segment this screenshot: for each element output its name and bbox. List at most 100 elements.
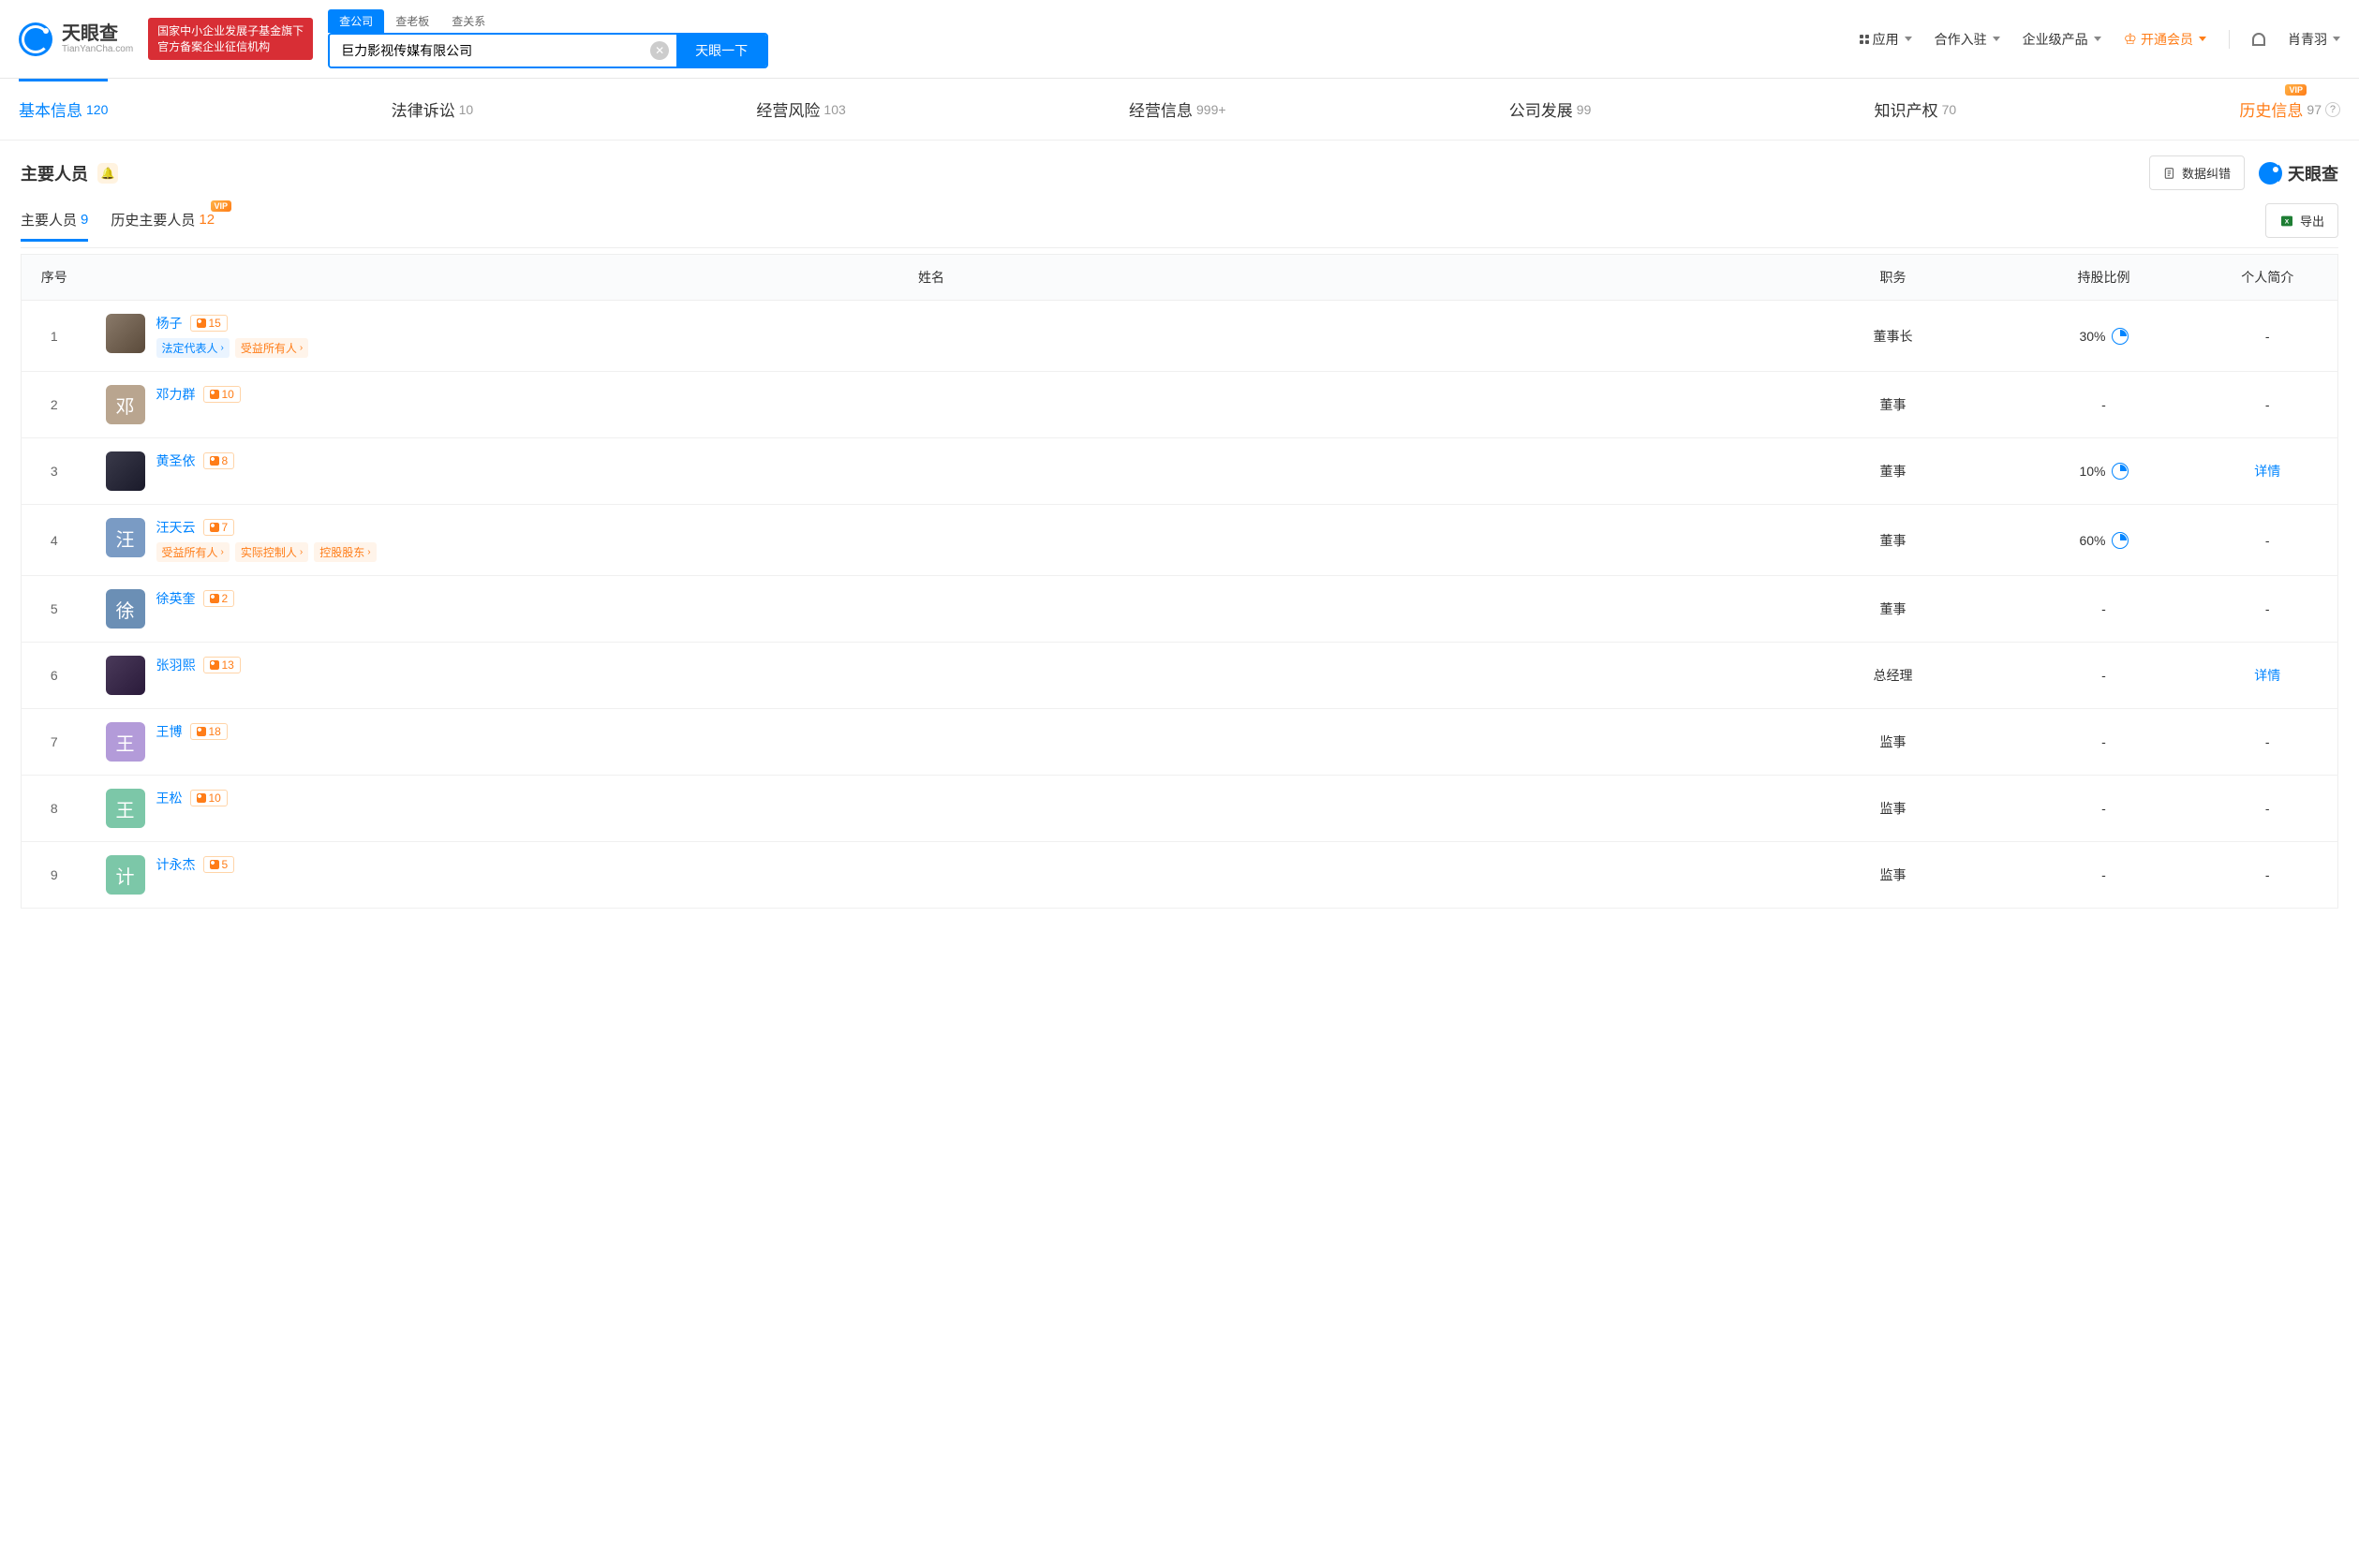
excel-icon: X <box>2279 214 2294 229</box>
cell-position: 总经理 <box>1776 643 2010 709</box>
sub-tab[interactable]: 历史主要人员 12VIP <box>111 210 215 241</box>
cell-bio: - <box>2198 301 2338 372</box>
nav-tab[interactable]: 历史信息 97 ?VIP <box>2239 79 2340 140</box>
person-name-link[interactable]: 王松 <box>156 789 183 807</box>
enterprise-menu[interactable]: 企业级产品 <box>2023 30 2101 49</box>
cell-bio: - <box>2198 372 2338 438</box>
cell-share: - <box>2010 576 2198 643</box>
nav-tab[interactable]: 经营风险 103 <box>756 79 845 140</box>
cell-name: 杨子 15 法定代表人›受益所有人› <box>87 301 1776 372</box>
relation-count-badge[interactable]: 8 <box>203 452 235 469</box>
nav-tab[interactable]: 法律诉讼 10 <box>392 79 474 140</box>
cell-name: 汪 汪天云 7 受益所有人›实际控制人› 控股股东› <box>87 505 1776 576</box>
cell-bio[interactable]: 详情 <box>2198 643 2338 709</box>
search-input[interactable] <box>330 35 650 67</box>
cell-index: 6 <box>22 643 87 709</box>
person-name-link[interactable]: 徐英奎 <box>156 589 196 608</box>
role-tag[interactable]: 受益所有人› <box>235 338 308 358</box>
avatar[interactable] <box>106 314 145 353</box>
nav-tab-count: 10 <box>459 102 474 117</box>
pie-chart-icon[interactable] <box>2112 328 2129 345</box>
avatar[interactable]: 王 <box>106 789 145 828</box>
cell-bio: - <box>2198 776 2338 842</box>
vip-menu[interactable]: ♔ 开通会员 <box>2124 30 2206 49</box>
arrow-icon: › <box>221 343 224 353</box>
notifications[interactable] <box>2252 33 2265 46</box>
cell-position: 董事 <box>1776 372 2010 438</box>
person-name-link[interactable]: 杨子 <box>156 314 183 333</box>
avatar[interactable]: 王 <box>106 722 145 762</box>
pie-chart-icon[interactable] <box>2112 532 2129 549</box>
caret-icon <box>2094 37 2101 41</box>
relation-count-badge[interactable]: 10 <box>203 386 241 403</box>
cell-share: - <box>2010 709 2198 776</box>
nav-tab-count: 120 <box>86 102 108 117</box>
search-tab-boss[interactable]: 查老板 <box>384 9 440 33</box>
table-row: 9 计 计永杰 5 监事-- <box>22 842 2338 909</box>
apps-menu[interactable]: 应用 <box>1860 30 1912 49</box>
partner-menu[interactable]: 合作入驻 <box>1935 30 2000 49</box>
detail-link[interactable]: 详情 <box>2254 464 2280 479</box>
search-box: ✕ 天眼一下 <box>328 33 768 68</box>
brand-text: 天眼查 <box>2288 161 2338 185</box>
export-button[interactable]: X 导出 <box>2265 203 2338 238</box>
relation-count-badge[interactable]: 15 <box>190 315 228 332</box>
nav-tab[interactable]: 公司发展 99 <box>1509 79 1592 140</box>
relation-count-badge[interactable]: 18 <box>190 723 228 740</box>
relation-count-badge[interactable]: 2 <box>203 590 235 607</box>
role-tag[interactable]: 实际控制人› <box>235 542 308 562</box>
search-button[interactable]: 天眼一下 <box>676 35 766 67</box>
avatar[interactable] <box>106 451 145 491</box>
cell-position: 董事 <box>1776 438 2010 505</box>
relation-count-badge[interactable]: 13 <box>203 657 241 673</box>
cell-index: 9 <box>22 842 87 909</box>
user-menu[interactable]: 肖青羽 <box>2288 30 2340 49</box>
avatar[interactable]: 计 <box>106 855 145 895</box>
tags-row: 法定代表人›受益所有人› <box>156 338 309 358</box>
clear-icon[interactable]: ✕ <box>650 41 669 60</box>
cell-index: 3 <box>22 438 87 505</box>
role-tag[interactable]: 控股股东› <box>314 542 376 562</box>
relation-count-badge[interactable]: 7 <box>203 519 235 536</box>
th-index: 序号 <box>22 255 87 301</box>
nav-tab[interactable]: 基本信息 120 <box>19 79 108 140</box>
role-tag[interactable]: 受益所有人› <box>156 542 230 562</box>
nav-tab-label: 经营信息 <box>1129 97 1193 121</box>
nav-tab-label: 知识产权 <box>1875 97 1938 121</box>
person-name-link[interactable]: 汪天云 <box>156 518 196 537</box>
person-name-link[interactable]: 黄圣依 <box>156 451 196 470</box>
nav-tab[interactable]: 知识产权 70 <box>1875 79 1957 140</box>
cell-bio: - <box>2198 576 2338 643</box>
alert-icon[interactable] <box>97 163 118 184</box>
avatar[interactable]: 邓 <box>106 385 145 424</box>
person-name-link[interactable]: 王博 <box>156 722 183 741</box>
cell-name: 王 王松 10 <box>87 776 1776 842</box>
avatar[interactable]: 徐 <box>106 589 145 629</box>
sub-tab[interactable]: 主要人员 9 <box>21 210 88 241</box>
relation-count-badge[interactable]: 10 <box>190 790 228 806</box>
role-tag[interactable]: 法定代表人› <box>156 338 230 358</box>
person-name-link[interactable]: 邓力群 <box>156 385 196 404</box>
avatar[interactable]: 汪 <box>106 518 145 557</box>
document-icon <box>2163 167 2176 180</box>
sub-tabs: 主要人员 9 历史主要人员 12VIP X 导出 <box>21 203 2338 248</box>
search-tab-company[interactable]: 查公司 <box>328 9 384 33</box>
avatar[interactable] <box>106 656 145 695</box>
badge-line1: 国家中小企业发展子基金旗下 <box>157 23 304 39</box>
help-icon[interactable]: ? <box>2325 102 2340 117</box>
cell-bio[interactable]: 详情 <box>2198 438 2338 505</box>
logo[interactable]: 天眼查 TianYanCha.com <box>19 22 133 56</box>
relation-count-badge[interactable]: 5 <box>203 856 235 873</box>
correct-data-button[interactable]: 数据纠错 <box>2149 155 2245 190</box>
person-name-link[interactable]: 计永杰 <box>156 855 196 874</box>
person-name-link[interactable]: 张羽熙 <box>156 656 196 674</box>
cell-name: 张羽熙 13 <box>87 643 1776 709</box>
arrow-icon: › <box>300 547 303 557</box>
detail-link[interactable]: 详情 <box>2254 668 2280 683</box>
nav-tab-count: 99 <box>1577 102 1592 117</box>
pie-chart-icon[interactable] <box>2112 463 2129 480</box>
cell-name: 计 计永杰 5 <box>87 842 1776 909</box>
vip-label: 开通会员 <box>2141 30 2193 49</box>
search-tab-relation[interactable]: 查关系 <box>440 9 497 33</box>
nav-tab[interactable]: 经营信息 999+ <box>1129 79 1226 140</box>
